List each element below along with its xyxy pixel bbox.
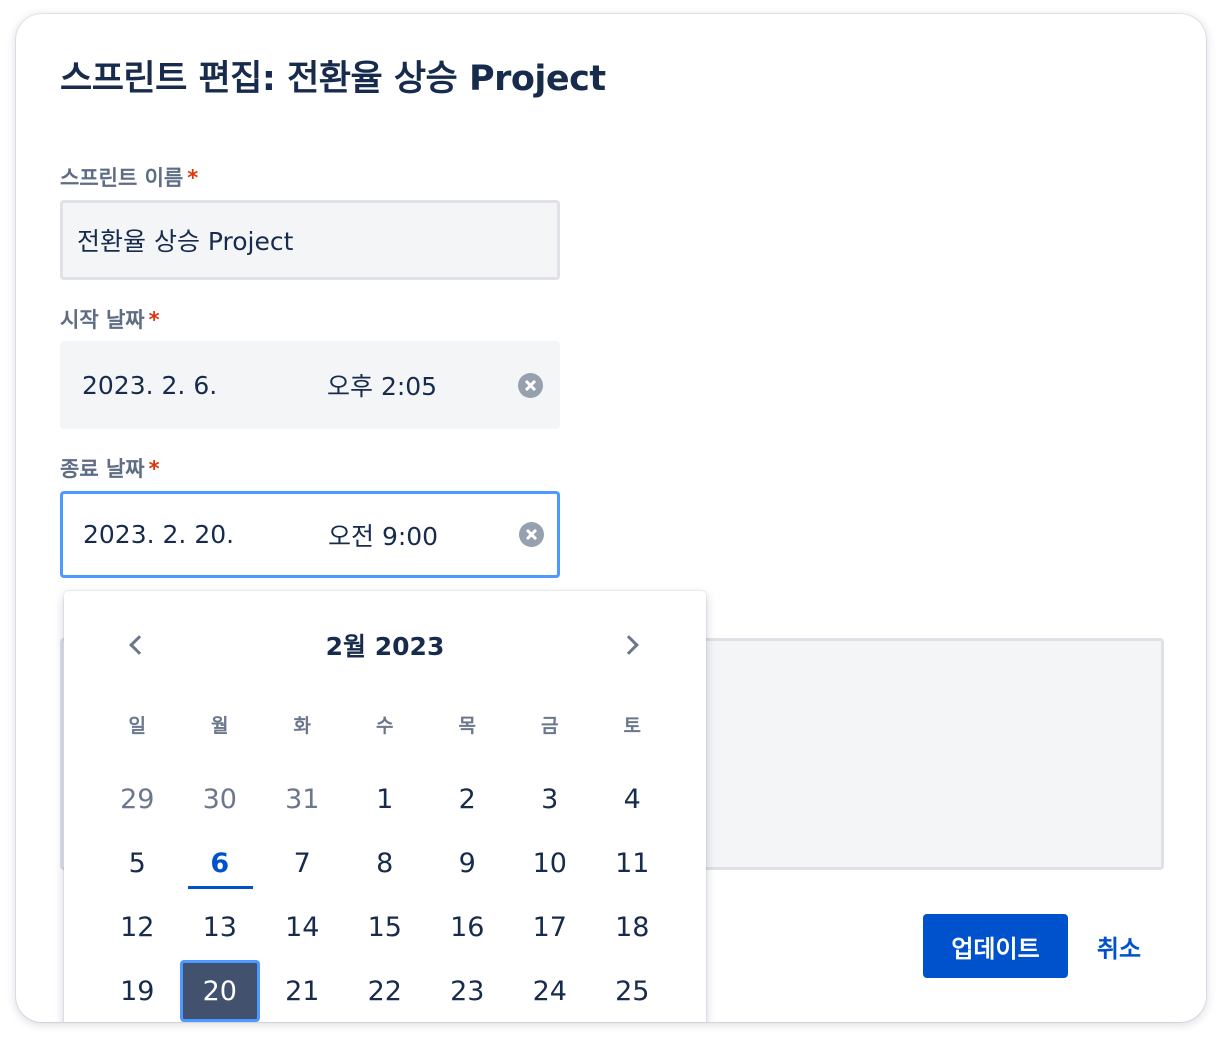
calendar-day[interactable]: 5 (96, 831, 179, 895)
calendar-day-grid: 29 30 31 1 2 3 4 5 6 7 8 9 10 11 12 13 14 15 16 17 18 19 20 21 2… (96, 767, 674, 1022)
calendar-day[interactable]: 30 (179, 767, 262, 831)
calendar-day-today[interactable]: 6 (179, 831, 262, 895)
calendar-month-label: 2월 2023 (325, 632, 445, 661)
calendar-day[interactable]: 10 (509, 831, 592, 895)
weekday-label: 화 (293, 715, 311, 737)
calendar-day[interactable]: 15 (344, 895, 427, 959)
sprint-name-value: 전환율 상승 Project (77, 227, 294, 256)
calendar-day[interactable]: 29 (96, 767, 179, 831)
end-datetime-picker[interactable]: 2023. 2. 20. 오전 9:00 (60, 491, 560, 578)
calendar-day[interactable]: 17 (509, 895, 592, 959)
calendar-day-selected[interactable]: 20 (179, 959, 262, 1022)
chevron-right-icon (619, 635, 639, 655)
start-datetime-picker[interactable]: 2023. 2. 6. 오후 2:05 (60, 341, 560, 429)
end-time-value[interactable]: 오전 9:00 (328, 517, 518, 553)
calendar-day-number: 20 (179, 960, 260, 1022)
start-date-value[interactable]: 2023. 2. 6. (82, 371, 327, 400)
calendar-day[interactable]: 11 (591, 831, 674, 895)
dialog-title: 스프린트 편집: 전환율 상승 Project (60, 59, 606, 99)
calendar-day[interactable]: 7 (261, 831, 344, 895)
calendar-day[interactable]: 12 (96, 895, 179, 959)
cancel-button[interactable]: 취소 (1084, 914, 1154, 978)
start-time-value[interactable]: 오후 2:05 (327, 367, 517, 403)
date-picker-calendar: 2월 2023 일월화수목금토 29 30 31 1 2 3 4 5 6 7 8 9 10 11 12 13 1… (64, 591, 706, 1022)
calendar-day-number: 13 (202, 911, 237, 943)
calendar-day-number: 23 (450, 975, 485, 1007)
calendar-day-number: 22 (367, 975, 402, 1007)
calendar-day[interactable]: 23 (426, 959, 509, 1022)
clear-icon[interactable] (518, 372, 543, 398)
calendar-day-number: 1 (376, 783, 394, 815)
calendar-day-number: 8 (376, 847, 394, 879)
calendar-day[interactable]: 13 (179, 895, 262, 959)
calendar-day[interactable]: 24 (509, 959, 592, 1022)
weekday-label: 수 (376, 715, 394, 737)
calendar-day-number: 12 (120, 911, 155, 943)
calendar-day-number: 2 (458, 783, 476, 815)
calendar-day-number: 31 (285, 783, 320, 815)
weekday-header-row: 일월화수목금토 (96, 711, 674, 741)
calendar-day-number: 15 (367, 911, 402, 943)
calendar-day-number: 18 (615, 911, 650, 943)
calendar-day[interactable]: 4 (591, 767, 674, 831)
end-date-value[interactable]: 2023. 2. 20. (83, 520, 328, 549)
calendar-day-number: 16 (450, 911, 485, 943)
start-date-label: 시작 날짜 * (60, 304, 160, 334)
calendar-day[interactable]: 25 (591, 959, 674, 1022)
calendar-day-number: 14 (285, 911, 320, 943)
calendar-day[interactable]: 18 (591, 895, 674, 959)
calendar-day[interactable]: 22 (344, 959, 427, 1022)
calendar-day-number: 21 (285, 975, 320, 1007)
update-button[interactable]: 업데이트 (923, 914, 1068, 978)
weekday-label: 일 (128, 715, 146, 737)
weekday-label: 목 (458, 715, 476, 737)
calendar-day[interactable]: 21 (261, 959, 344, 1022)
sprint-name-label: 스프린트 이름 * (60, 162, 198, 192)
calendar-day-number: 7 (293, 847, 311, 879)
calendar-day-number: 3 (541, 783, 559, 815)
clear-icon[interactable] (519, 522, 544, 547)
sprint-name-label-text: 스프린트 이름 (60, 166, 184, 190)
weekday-label: 월 (211, 715, 229, 737)
edit-sprint-dialog: 스프린트 편집: 전환율 상승 Project 스프린트 이름 * 전환율 상승 … (16, 14, 1206, 1022)
calendar-day-number: 30 (202, 783, 237, 815)
weekday-label: 금 (541, 715, 559, 737)
calendar-day-number: 9 (458, 847, 476, 879)
required-mark: * (148, 457, 160, 481)
calendar-day[interactable]: 16 (426, 895, 509, 959)
required-mark: * (148, 308, 160, 332)
calendar-day-number: 6 (210, 847, 230, 879)
calendar-day-number: 25 (615, 975, 650, 1007)
calendar-day[interactable]: 14 (261, 895, 344, 959)
end-date-label-text: 종료 날짜 (60, 457, 145, 481)
calendar-day-number: 24 (532, 975, 567, 1007)
calendar-day-number: 5 (128, 847, 146, 879)
calendar-day[interactable]: 8 (344, 831, 427, 895)
sprint-name-input[interactable]: 전환율 상승 Project (60, 200, 560, 280)
next-month-button[interactable] (612, 625, 652, 665)
start-date-label-text: 시작 날짜 (60, 308, 145, 332)
calendar-day-number: 4 (623, 783, 641, 815)
calendar-day-number: 10 (532, 847, 567, 879)
required-mark: * (187, 166, 199, 190)
calendar-day-number: 17 (532, 911, 567, 943)
weekday-label: 토 (623, 715, 641, 737)
calendar-day[interactable]: 1 (344, 767, 427, 831)
calendar-day[interactable]: 31 (261, 767, 344, 831)
end-date-label: 종료 날짜 * (60, 453, 160, 483)
calendar-day-number: 19 (120, 975, 155, 1007)
calendar-day[interactable]: 3 (509, 767, 592, 831)
calendar-day[interactable]: 9 (426, 831, 509, 895)
calendar-header: 2월 2023 (64, 619, 706, 667)
calendar-day-number: 29 (120, 783, 155, 815)
calendar-day-number: 11 (615, 847, 650, 879)
calendar-day[interactable]: 2 (426, 767, 509, 831)
calendar-day[interactable]: 19 (96, 959, 179, 1022)
